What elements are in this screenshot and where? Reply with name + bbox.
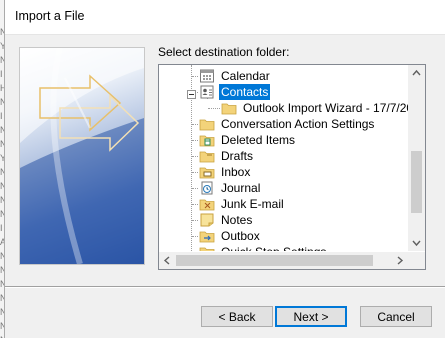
cancel-button[interactable]: Cancel — [360, 306, 432, 327]
scroll-left-icon[interactable] — [163, 256, 172, 265]
tree-connector — [192, 172, 198, 173]
folder-icon — [221, 101, 237, 115]
drafts-icon — [199, 149, 215, 163]
tree-connector — [208, 108, 220, 109]
folder-label: Notes — [221, 213, 253, 227]
back-button[interactable]: < Back — [201, 306, 273, 327]
tree-connector — [192, 204, 198, 205]
scroll-down-icon[interactable] — [412, 238, 421, 247]
folder-label: Quick Step Settings — [219, 244, 328, 251]
dialog-titlebar[interactable]: Import a File — [5, 0, 445, 35]
tree-connector — [192, 76, 198, 77]
dialog-title: Import a File — [15, 9, 85, 23]
tree-connector — [192, 188, 198, 189]
folder-label: Inbox — [221, 165, 251, 179]
tree-connector — [192, 124, 198, 125]
folder-icon — [199, 117, 215, 131]
contacts-icon — [199, 85, 215, 99]
folder-label: Conversation Action Settings — [221, 117, 375, 131]
journal-icon — [199, 181, 215, 195]
scroll-right-icon[interactable] — [395, 256, 404, 265]
vertical-scrollbar[interactable] — [408, 65, 425, 251]
footer-separator — [5, 286, 445, 288]
horizontal-scrollbar[interactable] — [159, 252, 408, 269]
wizard-artwork — [19, 47, 145, 265]
next-button[interactable]: Next > — [275, 306, 347, 327]
tree-connector — [192, 236, 198, 237]
scrollbar-corner — [408, 252, 425, 269]
outbox-icon — [199, 229, 215, 243]
arrow-artwork-icon — [20, 48, 144, 264]
tree-connector — [192, 140, 198, 141]
folder-label: Deleted Items — [221, 133, 296, 147]
scroll-up-icon[interactable] — [412, 69, 421, 78]
folder-label: Junk E-mail — [221, 197, 284, 211]
folder-tree[interactable]: Calendar Contacts Outlook Import Wizard - … — [158, 64, 426, 270]
folder-label: Contacts — [219, 84, 271, 100]
destination-folder-label: Select destination folder: — [158, 45, 290, 59]
folder-label: Outlook Import Wizard - 17/7/20 — [243, 101, 408, 115]
horizontal-scroll-thumb[interactable] — [176, 255, 373, 266]
tree-connector — [192, 220, 198, 221]
notes-icon — [199, 213, 215, 227]
folder-tree-viewport: Calendar Contacts Outlook Import Wizard - … — [159, 65, 408, 251]
collapse-icon[interactable] — [187, 88, 196, 99]
recycle-bin-icon — [199, 133, 215, 147]
import-file-dialog: Import a File Select destination folder:… — [4, 0, 445, 338]
folder-label: Journal — [221, 181, 261, 195]
folder-label: Drafts — [221, 149, 254, 163]
vertical-scroll-thumb[interactable] — [411, 151, 422, 213]
folder-label: Calendar — [221, 69, 270, 83]
folder-icon — [199, 245, 215, 251]
folder-label: Outbox — [221, 229, 260, 243]
calendar-icon — [199, 69, 215, 83]
junk-icon — [199, 197, 215, 211]
inbox-icon — [199, 165, 215, 179]
tree-connector — [192, 156, 198, 157]
